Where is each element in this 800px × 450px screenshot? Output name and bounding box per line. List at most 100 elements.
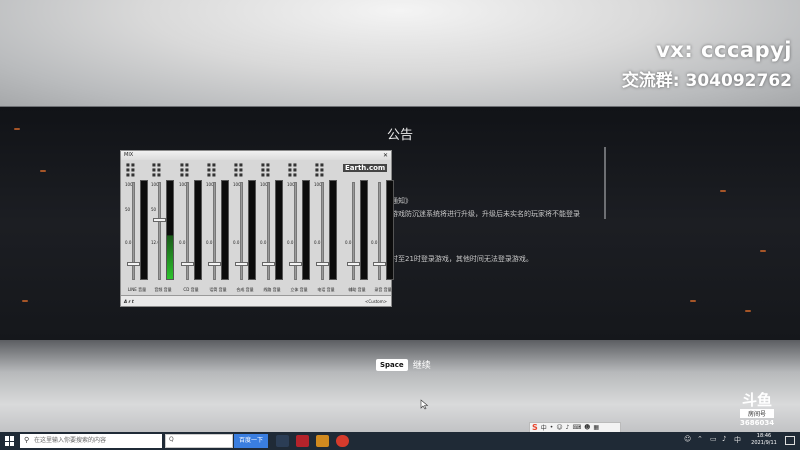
stream-contact-vx: vx: cccapyj xyxy=(656,38,792,62)
app-icon-3[interactable] xyxy=(316,435,329,447)
mixer-window[interactable]: MIX ✕ Earth.com ■ ■ ■ ■ ■ ■ 100 50 0.0 LINE 音量… xyxy=(120,150,394,307)
windows-start-icon[interactable] xyxy=(5,436,15,446)
mixer-status-left: A r t xyxy=(124,299,134,304)
level-meter xyxy=(248,180,256,280)
background-bottom xyxy=(0,340,800,432)
tray-ime-icon[interactable]: 中 xyxy=(734,435,741,445)
baidu-search-button[interactable]: 百度一下 xyxy=(234,434,268,448)
taskbar-clock[interactable]: 18:46 2021/9/11 xyxy=(747,433,781,447)
mixer-channel: 0.0 录音 音量 xyxy=(370,162,396,295)
tray-network-icon[interactable]: ▭ xyxy=(710,435,717,443)
ember-particle xyxy=(40,170,46,172)
search-icon: ⚲ xyxy=(24,436,30,444)
mixer-close-icon[interactable]: ✕ xyxy=(383,151,388,160)
ime-mode-icon[interactable]: 中 xyxy=(541,423,547,432)
level-meter xyxy=(386,180,394,280)
volume-slider-handle[interactable] xyxy=(316,261,329,266)
baidu-search-icon: Q xyxy=(169,436,174,443)
level-meter xyxy=(302,180,310,280)
clock-date: 2021/9/11 xyxy=(751,440,777,446)
channel-options[interactable]: ■ ■ ■ ■ ■ ■ xyxy=(205,162,231,179)
channel-label: LINE 音量 xyxy=(127,287,147,292)
channel-options[interactable]: ■ ■ ■ ■ ■ ■ xyxy=(124,162,150,179)
channel-scale-label: 0.0 xyxy=(345,240,352,245)
channel-label: 话筒 音量 xyxy=(209,287,227,292)
mixer-channels: Earth.com ■ ■ ■ ■ ■ ■ 100 50 0.0 LINE 音量 ■ ■ ■ ■… xyxy=(124,162,394,295)
channel-label: 辅助 音量 xyxy=(348,287,366,292)
ember-particle xyxy=(690,300,696,302)
channel-label: 音频 音量 xyxy=(154,287,172,292)
volume-slider-handle[interactable] xyxy=(347,261,360,266)
channel-scale-label: 0.0 xyxy=(314,240,321,245)
mixer-channel: ■ ■ ■ ■ ■ ■ 100 0.0 立体 音量 xyxy=(286,162,312,295)
taskbar: 在这里输入你要搜索的内容 ⚲ Q 百度一下 ☺ ⌃ ▭ ♪ 中 18:46 20… xyxy=(0,432,800,450)
volume-slider-handle[interactable] xyxy=(208,261,221,266)
channel-options[interactable]: ■ ■ ■ ■ ■ ■ xyxy=(259,162,285,179)
channel-label: 合成 音量 xyxy=(236,287,254,292)
ember-particle xyxy=(720,190,726,192)
baidu-search-input[interactable] xyxy=(165,434,233,448)
taskbar-search-input[interactable]: 在这里输入你要搜索的内容 xyxy=(20,434,162,448)
notification-icon[interactable] xyxy=(785,436,795,445)
channel-options[interactable]: ■ ■ ■ ■ ■ ■ xyxy=(232,162,258,179)
mixer-channel: ■ ■ ■ ■ ■ ■ 100 0.0 电话 音量 xyxy=(313,162,339,295)
mixer-titlebar[interactable]: MIX ✕ xyxy=(121,151,391,160)
channel-options[interactable]: ■ ■ ■ ■ ■ ■ xyxy=(150,162,176,179)
channel-scale-label: 0.0 xyxy=(233,240,240,245)
app-icon-4[interactable] xyxy=(336,435,349,447)
channel-scale-label: 50 xyxy=(125,207,131,212)
volume-slider-handle[interactable] xyxy=(153,217,166,222)
level-meter xyxy=(140,180,148,280)
tray-people-icon[interactable]: ☺ xyxy=(684,435,691,443)
channel-options[interactable]: ■ ■ ■ ■ ■ ■ xyxy=(178,162,204,179)
volume-slider-handle[interactable] xyxy=(289,261,302,266)
ime-punct-icon[interactable]: • xyxy=(550,424,554,431)
tray-chevron-icon[interactable]: ⌃ xyxy=(697,435,703,443)
volume-slider-handle[interactable] xyxy=(235,261,248,266)
ime-grid-icon[interactable]: ▦ xyxy=(593,424,599,431)
tray-volume-icon[interactable]: ♪ xyxy=(722,435,726,443)
app-icon-1[interactable] xyxy=(276,435,289,447)
clock-time: 18:46 xyxy=(756,433,772,439)
ime-emoji-icon[interactable]: ☺ xyxy=(556,424,562,431)
ember-particle xyxy=(760,250,766,252)
mixer-channel: ■ ■ ■ ■ ■ ■ 100 0.0 话筒 音量 xyxy=(205,162,231,295)
channel-scale-label: 0.0 xyxy=(287,240,294,245)
sogou-icon[interactable]: S xyxy=(532,423,538,432)
ember-particle xyxy=(745,310,751,312)
channel-options[interactable]: ■ ■ ■ ■ ■ ■ xyxy=(313,162,339,179)
volume-slider-handle[interactable] xyxy=(181,261,194,266)
mixer-channel: ■ ■ ■ ■ ■ ■ 100 0.0 CD 音量 xyxy=(178,162,204,295)
ime-mic-icon[interactable]: ♪ xyxy=(566,424,570,431)
mixer-title: MIX xyxy=(124,152,134,158)
channel-scale-label: 0.0 xyxy=(371,240,378,245)
channel-scale-label: 0.0 xyxy=(125,240,132,245)
channel-label: 立体 音量 xyxy=(290,287,308,292)
ime-keyboard-icon[interactable]: ⌨ xyxy=(572,424,581,431)
level-meter xyxy=(194,180,202,280)
douyu-watermark: 斗鱼 房间号 3686034 xyxy=(740,391,775,427)
ember-particle xyxy=(22,300,28,302)
channel-label: 线路 音量 xyxy=(263,287,281,292)
mixer-channel: ■ ■ ■ ■ ■ ■ 100 0.0 线路 音量 xyxy=(259,162,285,295)
cursor-arrow-icon xyxy=(420,399,429,410)
space-key-badge: Space xyxy=(376,358,408,371)
notice-scrollbar[interactable] xyxy=(604,147,606,219)
channel-options[interactable]: ■ ■ ■ ■ ■ ■ xyxy=(286,162,312,179)
volume-slider[interactable] xyxy=(158,182,161,280)
app-icon-2[interactable] xyxy=(296,435,309,447)
volume-slider-handle[interactable] xyxy=(262,261,275,266)
douyu-logo: 斗鱼 xyxy=(742,391,773,409)
channel-label: 电话 音量 xyxy=(317,287,335,292)
volume-slider-handle[interactable] xyxy=(373,261,386,266)
stream-contact-group: 交流群: 304092762 xyxy=(621,71,792,91)
ime-user-icon[interactable]: ☻ xyxy=(584,424,590,431)
mixer-channel: ■ ■ ■ ■ ■ ■ 100 50 12.0 音频 音量 xyxy=(150,162,176,295)
continue-label: 继续 xyxy=(412,361,431,371)
channel-scale-label: 50 xyxy=(151,207,157,212)
continue-hint[interactable]: Space 继续 xyxy=(376,358,431,371)
volume-slider-handle[interactable] xyxy=(127,261,140,266)
mixer-preset[interactable]: <Custom> xyxy=(365,299,387,304)
channel-scale-label: 0.0 xyxy=(260,240,267,245)
level-meter xyxy=(166,180,174,280)
